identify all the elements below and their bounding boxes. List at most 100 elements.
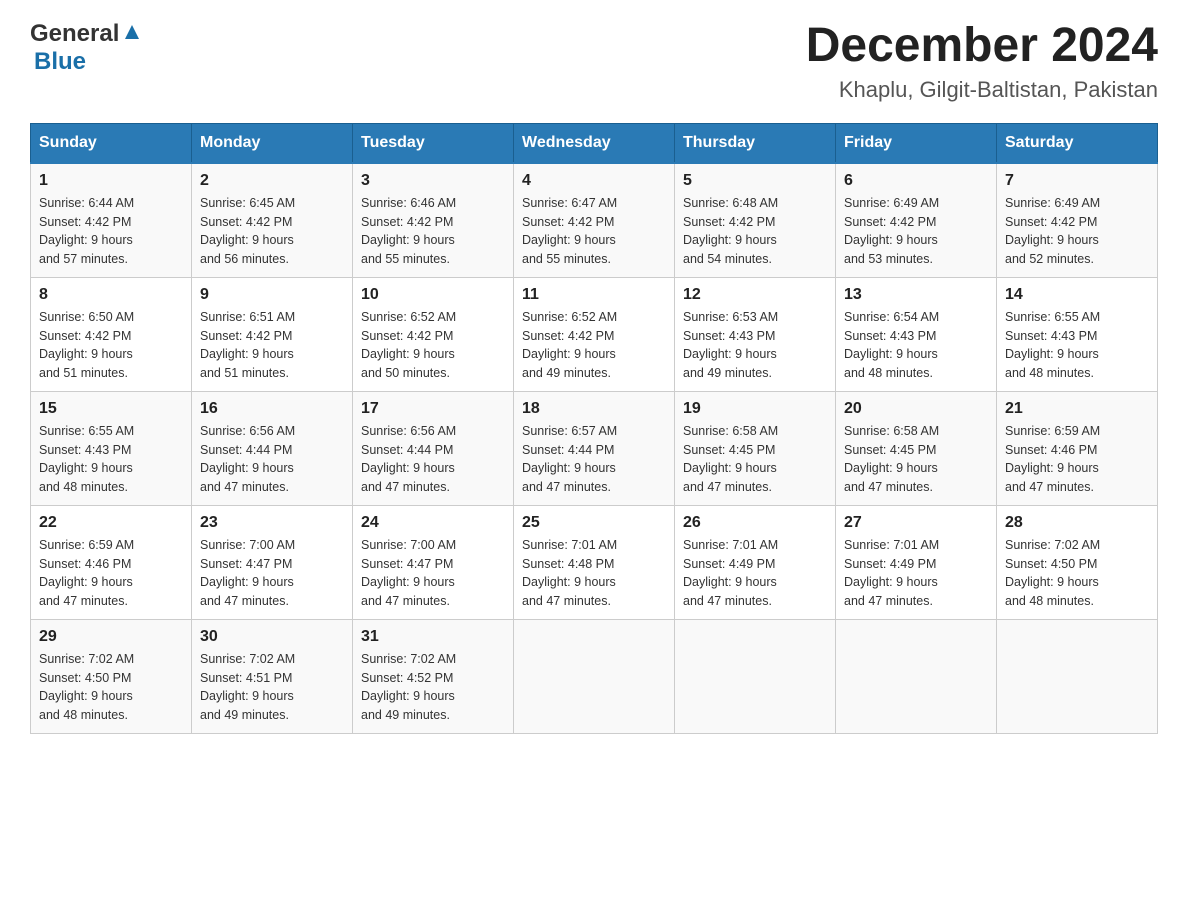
day-info: Sunrise: 7:00 AMSunset: 4:47 PMDaylight:… [200,536,344,611]
calendar-cell: 29 Sunrise: 7:02 AMSunset: 4:50 PMDayligh… [31,619,192,733]
day-number: 26 [683,514,827,532]
calendar-cell: 20 Sunrise: 6:58 AMSunset: 4:45 PMDayligh… [836,391,997,505]
day-info: Sunrise: 6:50 AMSunset: 4:42 PMDaylight:… [39,308,183,383]
calendar-cell: 28 Sunrise: 7:02 AMSunset: 4:50 PMDayligh… [997,505,1158,619]
day-number: 2 [200,172,344,190]
col-header-tuesday: Tuesday [353,123,514,163]
day-info: Sunrise: 7:02 AMSunset: 4:50 PMDaylight:… [1005,536,1149,611]
day-info: Sunrise: 6:56 AMSunset: 4:44 PMDaylight:… [200,422,344,497]
day-number: 23 [200,514,344,532]
day-number: 3 [361,172,505,190]
day-number: 18 [522,400,666,418]
calendar-cell: 13 Sunrise: 6:54 AMSunset: 4:43 PMDayligh… [836,277,997,391]
day-info: Sunrise: 7:01 AMSunset: 4:49 PMDaylight:… [683,536,827,611]
calendar-table: SundayMondayTuesdayWednesdayThursdayFrid… [30,123,1158,734]
calendar-cell [997,619,1158,733]
day-info: Sunrise: 7:00 AMSunset: 4:47 PMDaylight:… [361,536,505,611]
day-info: Sunrise: 6:47 AMSunset: 4:42 PMDaylight:… [522,194,666,269]
calendar-cell: 23 Sunrise: 7:00 AMSunset: 4:47 PMDayligh… [192,505,353,619]
logo-blue-text: Blue [34,48,86,75]
day-info: Sunrise: 6:49 AMSunset: 4:42 PMDaylight:… [1005,194,1149,269]
calendar-cell: 12 Sunrise: 6:53 AMSunset: 4:43 PMDayligh… [675,277,836,391]
day-info: Sunrise: 7:01 AMSunset: 4:49 PMDaylight:… [844,536,988,611]
day-info: Sunrise: 7:02 AMSunset: 4:50 PMDaylight:… [39,650,183,725]
day-number: 10 [361,286,505,304]
day-info: Sunrise: 6:53 AMSunset: 4:43 PMDaylight:… [683,308,827,383]
calendar-cell: 15 Sunrise: 6:55 AMSunset: 4:43 PMDayligh… [31,391,192,505]
day-info: Sunrise: 6:52 AMSunset: 4:42 PMDaylight:… [361,308,505,383]
calendar-cell: 10 Sunrise: 6:52 AMSunset: 4:42 PMDayligh… [353,277,514,391]
day-number: 27 [844,514,988,532]
calendar-cell: 11 Sunrise: 6:52 AMSunset: 4:42 PMDayligh… [514,277,675,391]
title-block: December 2024 Khaplu, Gilgit-Baltistan, … [806,20,1158,103]
day-number: 15 [39,400,183,418]
col-header-wednesday: Wednesday [514,123,675,163]
calendar-cell: 8Sunrise: 6:50 AMSunset: 4:42 PMDaylight… [31,277,192,391]
day-info: Sunrise: 6:49 AMSunset: 4:42 PMDaylight:… [844,194,988,269]
day-number: 6 [844,172,988,190]
day-number: 21 [1005,400,1149,418]
day-info: Sunrise: 6:58 AMSunset: 4:45 PMDaylight:… [844,422,988,497]
calendar-cell: 16 Sunrise: 6:56 AMSunset: 4:44 PMDayligh… [192,391,353,505]
day-number: 31 [361,628,505,646]
calendar-cell: 30Sunrise: 7:02 AMSunset: 4:51 PMDayligh… [192,619,353,733]
day-info: Sunrise: 6:59 AMSunset: 4:46 PMDaylight:… [39,536,183,611]
day-info: Sunrise: 6:58 AMSunset: 4:45 PMDaylight:… [683,422,827,497]
day-info: Sunrise: 6:57 AMSunset: 4:44 PMDaylight:… [522,422,666,497]
day-number: 29 [39,628,183,646]
calendar-cell: 17Sunrise: 6:56 AMSunset: 4:44 PMDayligh… [353,391,514,505]
calendar-cell: 26 Sunrise: 7:01 AMSunset: 4:49 PMDayligh… [675,505,836,619]
day-number: 5 [683,172,827,190]
day-number: 9 [200,286,344,304]
day-info: Sunrise: 6:52 AMSunset: 4:42 PMDaylight:… [522,308,666,383]
day-number: 1 [39,172,183,190]
week-row-4: 22 Sunrise: 6:59 AMSunset: 4:46 PMDayligh… [31,505,1158,619]
day-number: 24 [361,514,505,532]
day-number: 30 [200,628,344,646]
page-header: General Blue December 2024 Khaplu, Gilgi… [30,20,1158,103]
day-number: 16 [200,400,344,418]
col-header-saturday: Saturday [997,123,1158,163]
calendar-cell: 9Sunrise: 6:51 AMSunset: 4:42 PMDaylight… [192,277,353,391]
calendar-cell: 7Sunrise: 6:49 AMSunset: 4:42 PMDaylight… [997,163,1158,278]
calendar-cell [675,619,836,733]
day-number: 19 [683,400,827,418]
calendar-cell: 18 Sunrise: 6:57 AMSunset: 4:44 PMDayligh… [514,391,675,505]
day-info: Sunrise: 6:46 AMSunset: 4:42 PMDaylight:… [361,194,505,269]
day-number: 17 [361,400,505,418]
day-info: Sunrise: 6:55 AMSunset: 4:43 PMDaylight:… [1005,308,1149,383]
calendar-cell: 21Sunrise: 6:59 AMSunset: 4:46 PMDayligh… [997,391,1158,505]
day-number: 11 [522,286,666,304]
week-row-3: 15 Sunrise: 6:55 AMSunset: 4:43 PMDayligh… [31,391,1158,505]
col-header-friday: Friday [836,123,997,163]
day-number: 4 [522,172,666,190]
day-number: 14 [1005,286,1149,304]
day-info: Sunrise: 7:01 AMSunset: 4:48 PMDaylight:… [522,536,666,611]
col-header-thursday: Thursday [675,123,836,163]
calendar-cell: 1 Sunrise: 6:44 AMSunset: 4:42 PMDaylight… [31,163,192,278]
day-info: Sunrise: 6:54 AMSunset: 4:43 PMDaylight:… [844,308,988,383]
calendar-cell: 14 Sunrise: 6:55 AMSunset: 4:43 PMDayligh… [997,277,1158,391]
day-number: 28 [1005,514,1149,532]
day-info: Sunrise: 6:44 AMSunset: 4:42 PMDaylight:… [39,194,183,269]
calendar-cell: 22 Sunrise: 6:59 AMSunset: 4:46 PMDayligh… [31,505,192,619]
day-number: 20 [844,400,988,418]
calendar-cell: 27 Sunrise: 7:01 AMSunset: 4:49 PMDayligh… [836,505,997,619]
day-number: 13 [844,286,988,304]
calendar-cell: 31Sunrise: 7:02 AMSunset: 4:52 PMDayligh… [353,619,514,733]
week-row-5: 29 Sunrise: 7:02 AMSunset: 4:50 PMDayligh… [31,619,1158,733]
day-info: Sunrise: 6:45 AMSunset: 4:42 PMDaylight:… [200,194,344,269]
calendar-cell: 25Sunrise: 7:01 AMSunset: 4:48 PMDayligh… [514,505,675,619]
calendar-cell [836,619,997,733]
day-number: 12 [683,286,827,304]
location-title: Khaplu, Gilgit-Baltistan, Pakistan [806,77,1158,103]
calendar-cell: 2 Sunrise: 6:45 AMSunset: 4:42 PMDaylight… [192,163,353,278]
calendar-cell [514,619,675,733]
day-number: 22 [39,514,183,532]
col-header-sunday: Sunday [31,123,192,163]
calendar-cell: 3 Sunrise: 6:46 AMSunset: 4:42 PMDaylight… [353,163,514,278]
days-header-row: SundayMondayTuesdayWednesdayThursdayFrid… [31,123,1158,163]
calendar-cell: 4 Sunrise: 6:47 AMSunset: 4:42 PMDaylight… [514,163,675,278]
month-title: December 2024 [806,20,1158,73]
day-info: Sunrise: 6:55 AMSunset: 4:43 PMDaylight:… [39,422,183,497]
